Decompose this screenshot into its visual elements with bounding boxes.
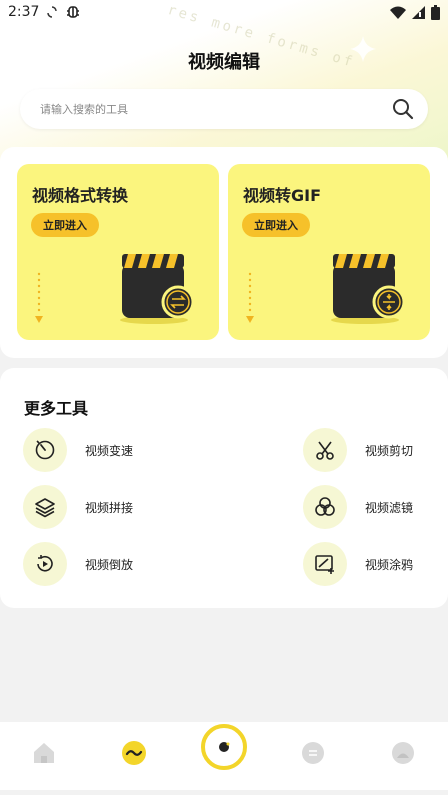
status-time: 2:37 [8, 4, 40, 20]
wifi-icon [390, 6, 406, 19]
tool-label: 视频倒放 [85, 557, 134, 572]
tool-video-cut[interactable]: 视频剪切 [303, 428, 413, 472]
tool-video-reverse[interactable]: 视频倒放 [23, 542, 133, 586]
card-video-format-convert[interactable]: 视频格式转换 立即进入 [17, 164, 219, 340]
battery-icon [431, 4, 440, 20]
tool-label: 视频涂鸦 [365, 557, 414, 572]
section-title: 更多工具 [24, 399, 89, 418]
system-nav-bar [0, 790, 448, 795]
search-bar[interactable] [20, 89, 428, 129]
doodle-icon [303, 542, 347, 586]
sync-icon [47, 6, 58, 18]
camera-button[interactable] [201, 724, 247, 770]
enter-button[interactable]: 立即进入 [31, 213, 99, 237]
bug-icon [67, 6, 80, 18]
tool-label: 视频变速 [85, 443, 134, 458]
reverse-play-icon [23, 542, 67, 586]
tool-label: 视频滤镜 [365, 500, 414, 515]
more-tools-panel: 更多工具 视频变速 视频剪切 视频拼接 视频滤镜 视频倒放 视频涂鸦 [0, 368, 448, 608]
card-title: 视频转GIF [243, 186, 322, 205]
clapperboard-gif-icon [331, 254, 406, 324]
tab-profile[interactable] [388, 738, 418, 768]
home-icon [34, 743, 54, 763]
feature-panel: 视频格式转换 立即进入 视频转GIF 立即进入 [0, 147, 448, 358]
scissors-icon [303, 428, 347, 472]
speed-icon [23, 428, 67, 472]
tab-home[interactable] [29, 738, 59, 768]
tool-video-speed[interactable]: 视频变速 [23, 428, 133, 472]
wave-icon [122, 741, 146, 765]
tool-video-doodle[interactable]: 视频涂鸦 [303, 542, 413, 586]
page-title: 视频编辑 [188, 52, 260, 73]
filter-icon [303, 485, 347, 529]
status-bar: 2:37 [0, 0, 448, 24]
tool-video-merge[interactable]: 视频拼接 [23, 485, 133, 529]
enter-button[interactable]: 立即进入 [242, 213, 310, 237]
search-icon[interactable] [392, 98, 414, 120]
search-input[interactable] [40, 102, 392, 116]
signal-icon [412, 5, 425, 19]
card-video-to-gif[interactable]: 视频转GIF 立即进入 [228, 164, 430, 340]
scroll-hint-icon [35, 272, 43, 323]
tool-video-filter[interactable]: 视频滤镜 [303, 485, 413, 529]
tool-label: 视频拼接 [85, 500, 134, 515]
tab-edit[interactable] [119, 738, 149, 768]
clapperboard-convert-icon [120, 254, 195, 324]
camera-icon [219, 742, 230, 752]
chat-icon [302, 742, 324, 764]
scroll-hint-icon [246, 272, 254, 323]
tab-chat[interactable] [298, 738, 328, 768]
profile-icon [392, 742, 414, 764]
layers-icon [23, 485, 67, 529]
card-title: 视频格式转换 [32, 186, 129, 205]
tool-label: 视频剪切 [365, 443, 414, 458]
